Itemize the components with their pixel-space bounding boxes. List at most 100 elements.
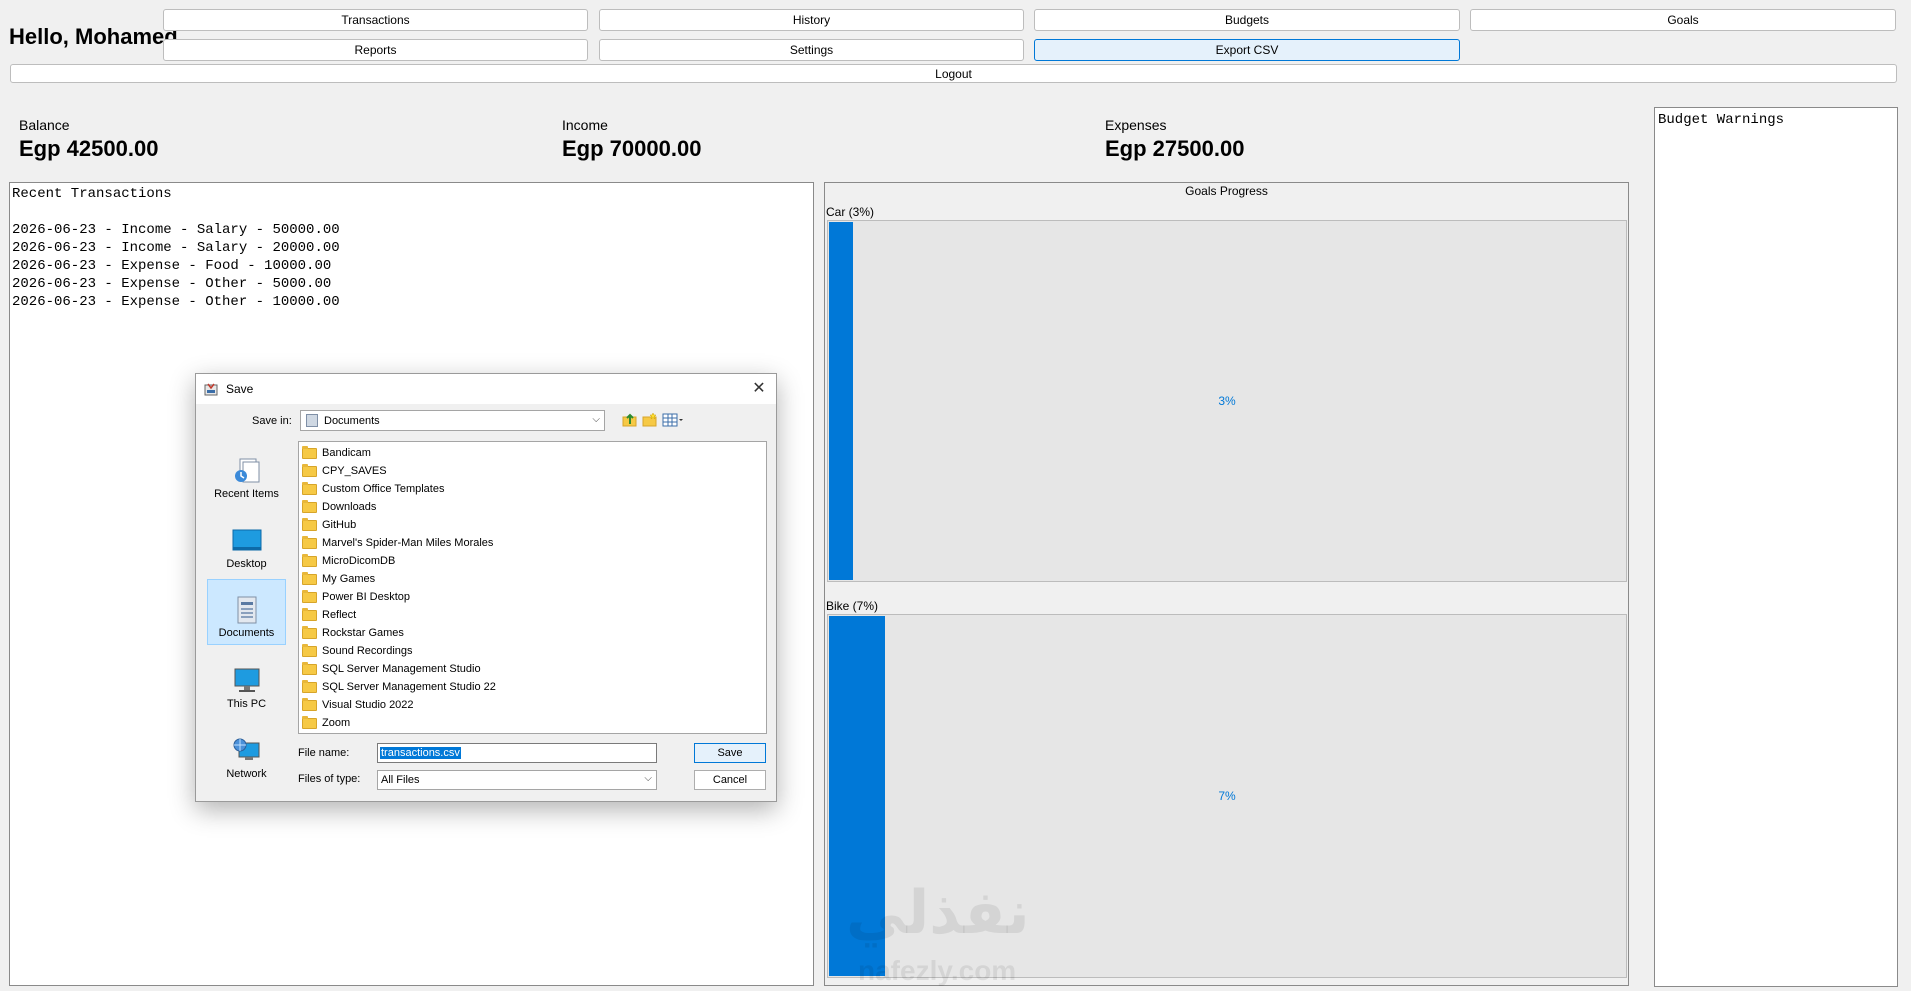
folder-icon xyxy=(302,535,317,549)
greeting-title: Hello, Mohamed xyxy=(9,24,178,49)
folder-icon xyxy=(302,571,317,585)
place-this-pc[interactable]: This PC xyxy=(207,649,286,715)
folder-icon xyxy=(302,607,317,621)
folder-icon xyxy=(302,553,317,567)
list-item[interactable]: Rockstar Games xyxy=(299,624,766,642)
reports-button[interactable]: Reports xyxy=(163,39,588,61)
list-item[interactable]: SQL Server Management Studio xyxy=(299,660,766,678)
folder-icon xyxy=(302,463,317,477)
file-list[interactable]: Bandicam CPY_SAVES Custom Office Templat… xyxy=(298,441,767,734)
dialog-title: Save xyxy=(226,382,254,396)
list-item[interactable]: GitHub xyxy=(299,516,766,534)
folder-name: Reflect xyxy=(322,609,357,621)
folder-name: Visual Studio 2022 xyxy=(322,699,414,711)
history-button[interactable]: History xyxy=(599,9,1024,31)
budget-warnings-title: Budget Warnings xyxy=(1658,112,1785,128)
transaction-line: 2026-06-23 - Income - Salary - 20000.00 xyxy=(12,240,340,256)
network-icon xyxy=(233,738,259,760)
folder-name: CPY_SAVES xyxy=(322,465,387,477)
folder-name: Zoom xyxy=(322,717,351,729)
list-item[interactable]: CPY_SAVES xyxy=(299,462,766,480)
transaction-line: 2026-06-23 - Income - Salary - 50000.00 xyxy=(12,222,340,238)
recent-transactions-title: Recent Transactions xyxy=(12,186,172,202)
folder-icon xyxy=(302,481,317,495)
goals-progress-title: Goals Progress xyxy=(1185,184,1268,198)
place-label: Network xyxy=(226,768,267,780)
list-item[interactable]: SQL Server Management Studio 22 xyxy=(299,678,766,696)
goal-progress-bar-car: 3% xyxy=(827,220,1627,582)
folder-icon xyxy=(302,589,317,603)
transaction-line: 2026-06-23 - Expense - Other - 5000.00 xyxy=(12,276,332,292)
place-recent-items[interactable]: Recent Items xyxy=(207,439,286,505)
place-label: Recent Items xyxy=(214,488,279,500)
list-item[interactable]: Marvel's Spider-Man Miles Morales xyxy=(299,534,766,552)
list-item[interactable]: Bandicam xyxy=(299,444,766,462)
list-item[interactable]: Sound Recordings xyxy=(299,642,766,660)
list-item[interactable]: Downloads xyxy=(299,498,766,516)
chevron-down-icon: ⌵ xyxy=(644,773,652,784)
new-folder-icon[interactable] xyxy=(642,412,658,428)
list-item[interactable]: My Games xyxy=(299,570,766,588)
folder-icon xyxy=(302,517,317,531)
dialog-titlebar[interactable]: Save ✕ xyxy=(196,374,776,404)
save-dialog: Save ✕ Save in: Documents ⌵ Recent Items xyxy=(195,373,777,802)
watermark-latin: nafezly.com xyxy=(858,955,1017,986)
transactions-button[interactable]: Transactions xyxy=(163,9,588,31)
expenses-label: Expenses xyxy=(1105,117,1167,133)
folder-name: Sound Recordings xyxy=(322,645,413,657)
save-in-label: Save in: xyxy=(252,415,292,427)
income-label: Income xyxy=(562,117,608,133)
file-name-input[interactable]: transactions.csv xyxy=(377,743,657,763)
folder-name: My Games xyxy=(322,573,376,585)
recent-items-icon xyxy=(234,458,259,483)
goal-percent-bike: 7% xyxy=(1218,789,1236,803)
settings-button[interactable]: Settings xyxy=(599,39,1024,61)
list-item[interactable]: Zoom xyxy=(299,714,766,732)
desktop-icon xyxy=(232,529,261,551)
list-item[interactable]: Power BI Desktop xyxy=(299,588,766,606)
folder-name: GitHub xyxy=(322,519,357,531)
up-one-level-icon[interactable] xyxy=(622,412,638,428)
save-in-dropdown[interactable]: Documents ⌵ xyxy=(300,410,605,431)
chevron-down-icon: ⌵ xyxy=(592,414,600,425)
place-label: Desktop xyxy=(226,558,267,570)
list-item[interactable]: Visual Studio 2022 xyxy=(299,696,766,714)
logout-button[interactable]: Logout xyxy=(10,64,1897,83)
place-label: Documents xyxy=(218,627,275,639)
view-menu-icon[interactable] xyxy=(662,412,684,428)
income-value: Egp 70000.00 xyxy=(562,136,702,161)
folder-icon xyxy=(302,697,317,711)
folder-name: Marvel's Spider-Man Miles Morales xyxy=(322,537,494,549)
list-item[interactable]: MicroDicomDB xyxy=(299,552,766,570)
list-item[interactable]: Custom Office Templates xyxy=(299,480,766,498)
save-button[interactable]: Save xyxy=(694,743,766,763)
goals-button[interactable]: Goals xyxy=(1470,9,1896,31)
goal-label-car: Car (3%) xyxy=(826,205,875,219)
close-icon[interactable]: ✕ xyxy=(750,379,768,397)
files-of-type-dropdown[interactable]: All Files ⌵ xyxy=(377,770,657,790)
budget-warnings-panel[interactable]: Budget Warnings xyxy=(1654,107,1898,987)
computer-icon xyxy=(234,668,259,692)
save-in-value: Documents xyxy=(324,414,380,427)
budgets-button[interactable]: Budgets xyxy=(1034,9,1460,31)
place-documents[interactable]: Documents xyxy=(207,579,286,645)
balance-value: Egp 42500.00 xyxy=(19,136,159,161)
goals-progress-panel: Goals Progress Car (3%) 3% Bike (7%) 7% xyxy=(824,182,1629,986)
folder-icon xyxy=(302,643,317,657)
transaction-line: 2026-06-23 - Expense - Food - 10000.00 xyxy=(12,258,332,274)
export-csv-button[interactable]: Export CSV xyxy=(1034,39,1460,61)
place-label: This PC xyxy=(226,698,267,710)
list-item[interactable]: Reflect xyxy=(299,606,766,624)
files-of-type-label: Files of type: xyxy=(298,773,361,785)
folder-name: Rockstar Games xyxy=(322,627,404,639)
place-desktop[interactable]: Desktop xyxy=(207,509,286,575)
place-network[interactable]: Network xyxy=(207,719,286,785)
folder-name: MicroDicomDB xyxy=(322,555,396,567)
goal-percent-car: 3% xyxy=(1218,394,1236,408)
files-of-type-value: All Files xyxy=(381,774,420,786)
documents-folder-icon xyxy=(306,414,318,427)
cancel-button[interactable]: Cancel xyxy=(694,770,766,790)
expenses-value: Egp 27500.00 xyxy=(1105,136,1245,161)
folder-name: SQL Server Management Studio 22 xyxy=(322,681,496,693)
